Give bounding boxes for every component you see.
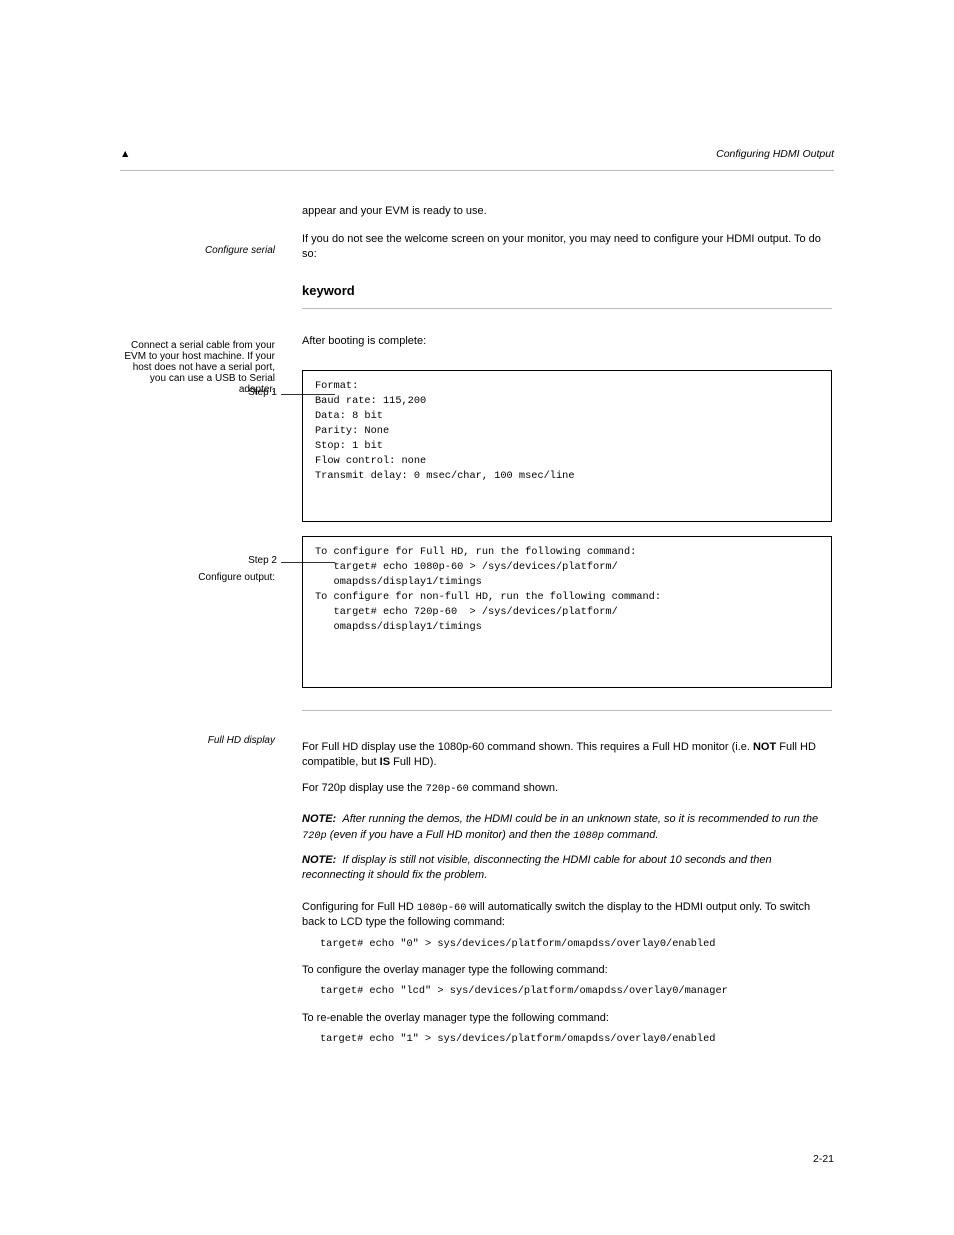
cmd-3: target# echo "0" > sys/devices/platform/… xyxy=(320,937,832,951)
note-1-pre: After running the demos, the HDMI could … xyxy=(342,813,818,825)
step-1-label: Step 1 xyxy=(222,387,277,398)
intro-paragraph: If you do not see the welcome screen on … xyxy=(302,232,832,263)
subsection-rule xyxy=(302,710,832,711)
note-1-mid: (even if you have a Full HD monitor) and… xyxy=(327,829,573,841)
fhd-p1-post: Full HD). xyxy=(390,756,436,768)
margin-label-step2-text: Configure output: xyxy=(120,540,275,583)
page-section-title: Configuring HDMI Output xyxy=(716,148,834,160)
note-5: To re-enable the overlay manager type th… xyxy=(302,1011,832,1026)
note-3-mono: 1080p-60 xyxy=(417,902,466,914)
breadcrumb-caret: ▲ xyxy=(120,148,130,160)
step-1-code: Format: Baud rate: 115,200 Data: 8 bit P… xyxy=(302,370,832,522)
margin-label-configure-serial: Configure serial xyxy=(120,245,275,256)
fhd-p1-pre: For Full HD display use the 1080p-60 com… xyxy=(302,741,753,753)
intro-line: appear and your EVM is ready to use. xyxy=(302,204,832,219)
note-2: If display is still not visible, disconn… xyxy=(302,854,772,881)
note-1-mono2: 1080p xyxy=(573,830,604,842)
section-rule xyxy=(302,308,832,309)
fhd-p2-post: command shown. xyxy=(469,782,558,794)
cmd-5: target# echo "1" > sys/devices/platform/… xyxy=(320,1032,832,1046)
fhd-p1-b1: NOT xyxy=(753,741,776,753)
step-2-code: To configure for Full HD, run the follow… xyxy=(302,536,832,688)
note-4: To configure the overlay manager type th… xyxy=(302,963,832,978)
note-1-post: command. xyxy=(604,829,658,841)
page-number: 2-21 xyxy=(813,1153,834,1165)
note-label-2: NOTE: xyxy=(302,854,336,866)
fhd-p2-mono: 720p-60 xyxy=(426,783,469,795)
section-lead-text: After booting is complete: xyxy=(302,334,832,349)
header-rule xyxy=(120,170,834,171)
note-1-mono: 720p xyxy=(302,830,327,842)
section-heading-keyword: keyword xyxy=(302,283,832,298)
note-label-1: NOTE: xyxy=(302,813,336,825)
full-hd-block: For Full HD display use the 1080p-60 com… xyxy=(302,740,832,1047)
margin-label-full-hd: Full HD display xyxy=(120,735,275,746)
note-3-pre: Configuring for Full HD xyxy=(302,901,417,913)
fhd-p1-b2: IS xyxy=(380,756,390,768)
fhd-p2-pre: For 720p display use the xyxy=(302,782,426,794)
cmd-4: target# echo "lcd" > sys/devices/platfor… xyxy=(320,984,832,998)
